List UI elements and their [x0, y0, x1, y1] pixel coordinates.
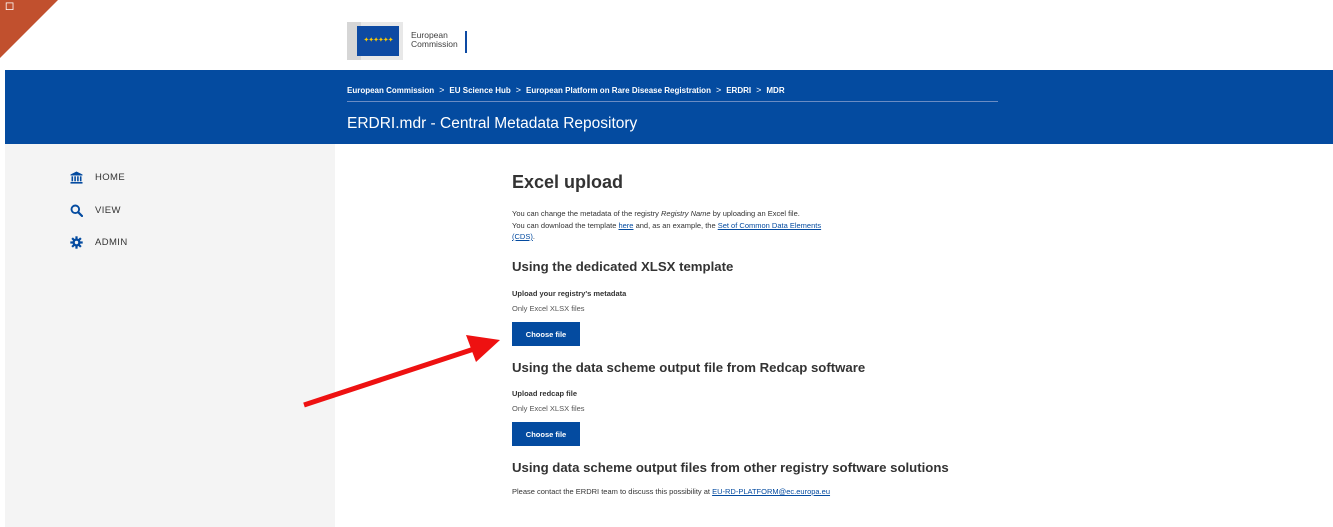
- section-heading-xlsx-template: Using the dedicated XLSX template: [512, 259, 734, 274]
- intro-line-3: (CDS).: [512, 231, 535, 242]
- section-heading-other-software: Using data scheme output files from othe…: [512, 460, 949, 475]
- file-type-hint: Only Excel XLSX files: [512, 404, 585, 413]
- section-heading-redcap: Using the data scheme output file from R…: [512, 360, 866, 375]
- intro-text: You can download the template: [512, 221, 619, 230]
- page-title: Excel upload: [512, 172, 624, 192]
- upload-metadata-label: Upload your registry's metadata: [512, 289, 627, 298]
- logo-divider: [464, 31, 467, 53]
- file-type-hint: Only Excel XLSX files: [512, 304, 585, 313]
- site-title: ERDRI.mdr - Central Metadata Repository: [347, 115, 638, 132]
- breadcrumb-separator: >: [439, 85, 445, 95]
- site-header-band: European Commission > EU Science Hub > E…: [5, 70, 1333, 144]
- corner-ribbon[interactable]: ◇: [0, 0, 58, 58]
- logo-line-2: Commission: [411, 39, 458, 49]
- intro-text: .: [532, 232, 535, 241]
- breadcrumb-item-mdr[interactable]: MDR: [766, 86, 784, 95]
- logo-text: European Commission: [411, 31, 458, 49]
- registry-name: Registry Name: [661, 209, 711, 218]
- sidebar-item-label: HOME: [95, 171, 126, 183]
- intro-line-1: You can change the metadata of the regis…: [512, 208, 800, 219]
- contact-email-link[interactable]: EU-RD-PLATFORM@ec.europa.eu: [712, 487, 830, 496]
- intro-text: and, as an example, the: [633, 221, 718, 230]
- choose-file-button-metadata[interactable]: Choose file: [512, 322, 580, 346]
- contact-text: Please contact the ERDRI team to discuss…: [512, 486, 830, 497]
- breadcrumb-item-european-commission[interactable]: European Commission: [347, 86, 434, 95]
- intro-line-2: You can download the template here and, …: [512, 220, 821, 231]
- sidebar-item-label: ADMIN: [95, 236, 128, 248]
- breadcrumb-separator: >: [715, 85, 722, 95]
- breadcrumb: European Commission > EU Science Hub > E…: [347, 85, 785, 95]
- sidebar-item-home[interactable]: HOME: [68, 170, 125, 184]
- choose-file-button-redcap[interactable]: Choose file: [512, 422, 580, 446]
- breadcrumb-item-erdri[interactable]: ERDRI: [726, 86, 751, 95]
- bank-icon: [68, 170, 84, 184]
- sidebar-item-view[interactable]: VIEW: [68, 203, 121, 217]
- ec-logo[interactable]: ✦✦✦✦✦✦ European Commission: [347, 22, 467, 60]
- arrow-head: [466, 335, 500, 362]
- upload-redcap-label: Upload redcap file: [512, 389, 578, 398]
- sidebar-item-admin[interactable]: ADMIN: [68, 235, 128, 249]
- sidebar: HOME VIEW ADMIN: [5, 144, 335, 527]
- cds-link[interactable]: Set of Common Data Elements: [718, 221, 821, 230]
- template-download-link[interactable]: here: [618, 221, 633, 230]
- contact-sentence: Please contact the ERDRI team to discuss…: [512, 487, 713, 496]
- search-icon: [68, 203, 84, 217]
- intro-text: You can change the metadata of the regis…: [512, 209, 661, 218]
- breadcrumb-item-platform[interactable]: European Platform on Rare Disease Regist…: [526, 86, 711, 95]
- gear-icon: [68, 235, 84, 249]
- breadcrumb-separator: >: [756, 85, 762, 95]
- breadcrumb-item-eu-science-hub[interactable]: EU Science Hub: [449, 86, 510, 95]
- breadcrumb-separator: >: [515, 85, 522, 95]
- cds-link-continued[interactable]: (CDS): [512, 232, 533, 241]
- top-header: ✦✦✦✦✦✦ European Commission: [0, 0, 1333, 70]
- sidebar-item-label: VIEW: [95, 204, 121, 216]
- breadcrumb-divider: [347, 101, 998, 102]
- intro-text: by uploading an Excel file.: [710, 209, 800, 218]
- eu-flag-icon: ✦✦✦✦✦✦: [347, 22, 403, 60]
